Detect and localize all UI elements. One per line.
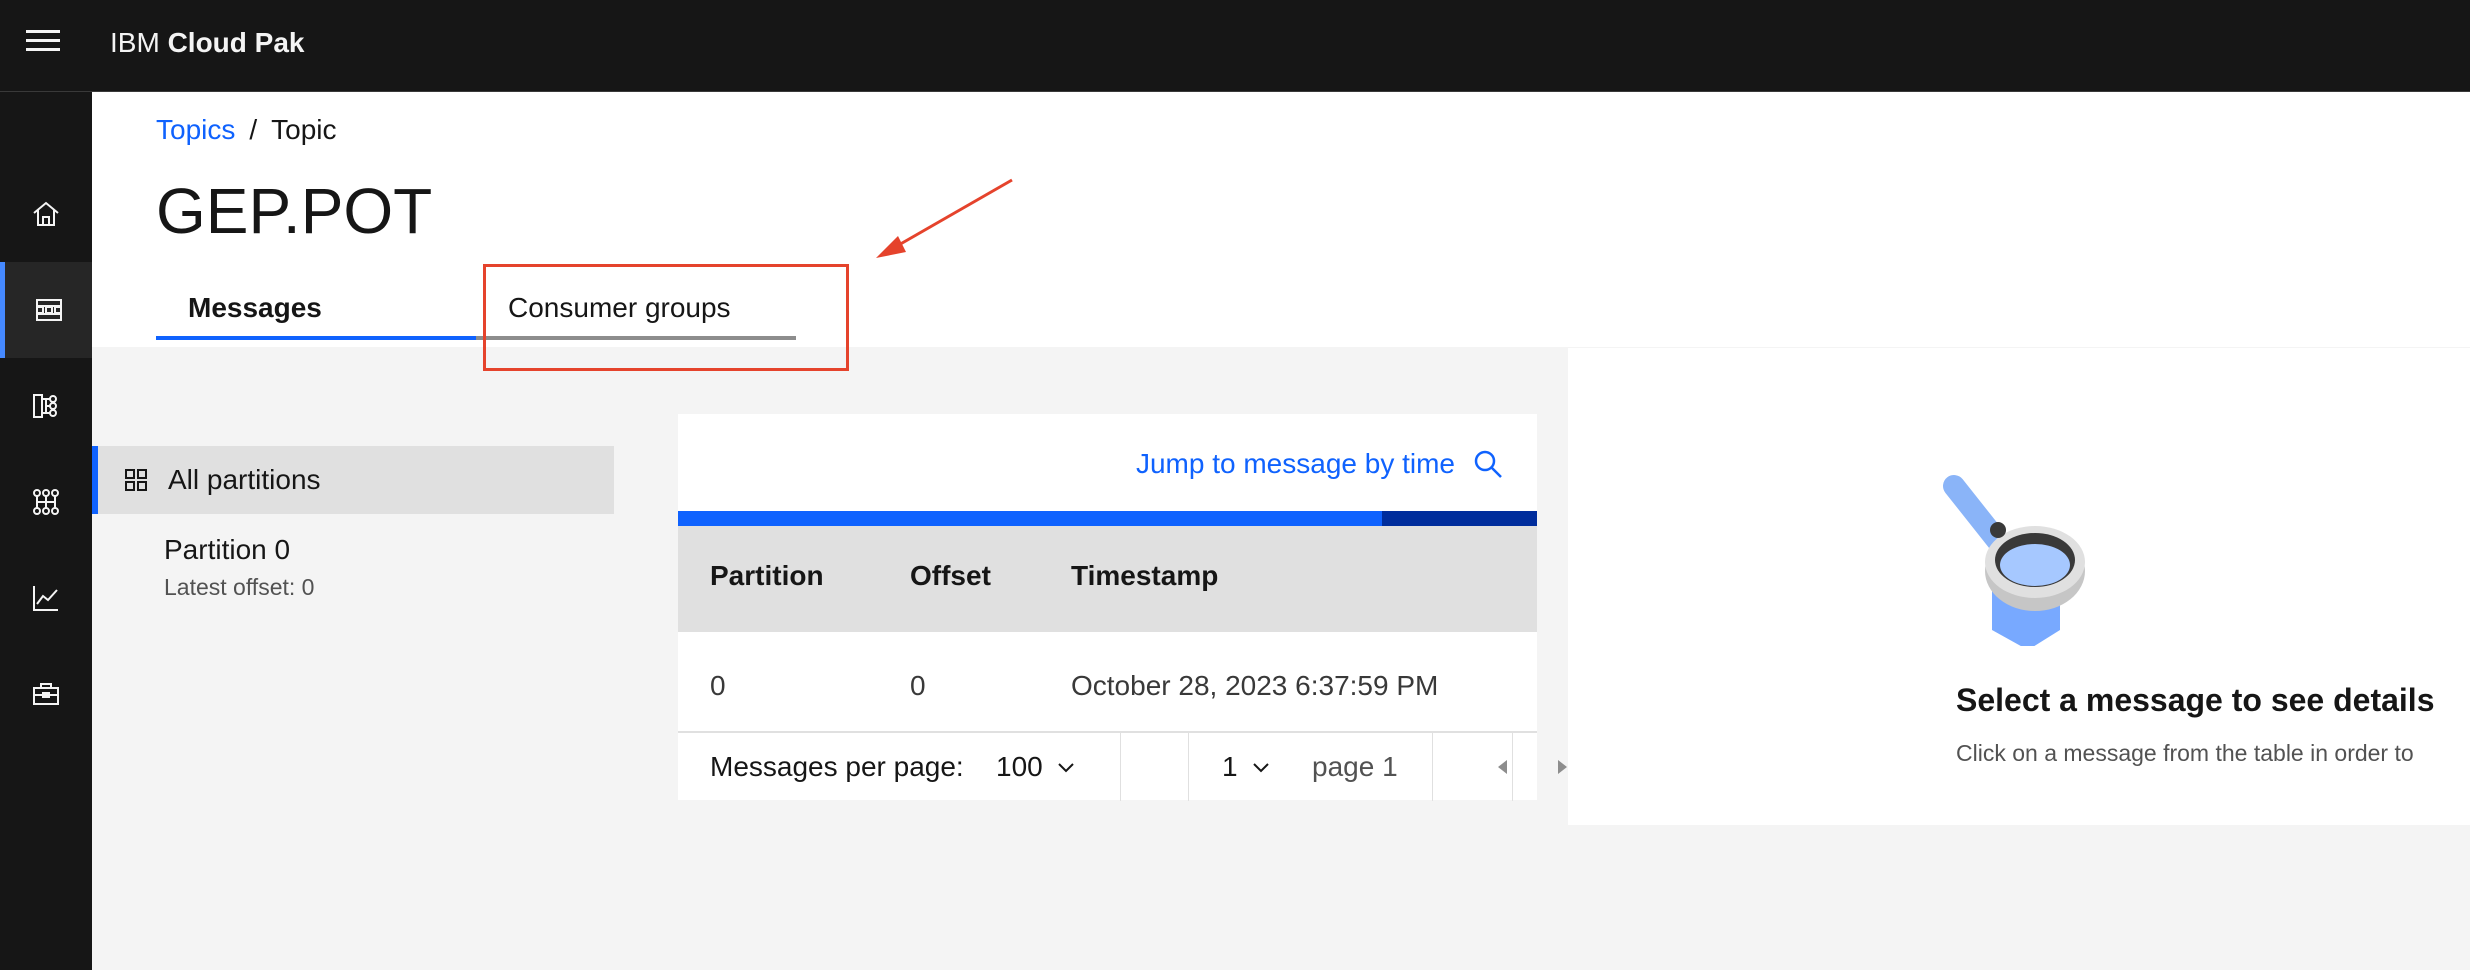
previous-page-button[interactable] <box>1472 733 1532 801</box>
search-icon <box>1474 450 1502 478</box>
partition-all-item[interactable]: All partitions <box>92 446 614 514</box>
column-header-partition[interactable]: Partition <box>710 560 824 592</box>
detail-empty-title: Select a message to see details <box>1956 682 2435 718</box>
cell-offset: 0 <box>910 670 926 701</box>
home-icon <box>33 201 59 226</box>
breadcrumb: Topics / Topic <box>156 114 337 146</box>
table-header: Partition Offset Timestamp <box>678 526 1537 632</box>
partition-name: Partition 0 <box>164 534 291 565</box>
page-title: GEP.POT <box>156 175 433 247</box>
tab-consumer-groups[interactable]: Consumer groups <box>476 280 796 340</box>
table-row[interactable]: 0 0 October 28, 2023 6:37:59 PM <box>678 632 1537 732</box>
monitoring-icon <box>33 586 58 611</box>
pager-divider <box>1120 733 1121 801</box>
caret-left-icon <box>1497 760 1507 774</box>
partition-all-label: All partitions <box>168 464 321 495</box>
page-header: Topics / Topic GEP.POT Messages Consumer g… <box>92 92 2470 347</box>
tab-messages[interactable]: Messages <box>156 280 476 340</box>
detail-empty-description: Click on a message from the table in ord… <box>1956 740 2414 766</box>
page-label: page 1 <box>1312 751 1398 782</box>
breadcrumb-current: Topic <box>271 114 337 145</box>
pager-divider <box>1432 733 1433 801</box>
per-page-select[interactable]: 100 <box>996 751 1075 783</box>
nav-home[interactable] <box>0 166 92 262</box>
brand-name: Cloud Pak <box>167 27 305 58</box>
consumer-groups-icon <box>33 489 59 515</box>
jump-to-message-label: Jump to message by time <box>1135 448 1455 479</box>
product-brand[interactable]: IBM Cloud Pak <box>110 27 304 59</box>
partition-item[interactable]: Partition 0 Latest offset: 0 <box>92 526 614 606</box>
magnifier-illustration-icon <box>1943 475 2085 646</box>
page-number-select[interactable]: 1 <box>1222 751 1270 783</box>
grid-icon <box>125 469 147 491</box>
cell-timestamp: October 28, 2023 6:37:59 PM <box>1071 670 1439 701</box>
nav-toolbox[interactable] <box>0 646 92 742</box>
side-navigation <box>0 92 92 970</box>
column-header-timestamp[interactable]: Timestamp <box>1071 560 1218 592</box>
chevron-down-icon <box>1252 763 1269 773</box>
nav-schemas[interactable] <box>0 358 92 454</box>
top-header: IBM Cloud Pak <box>0 0 2470 92</box>
nav-monitoring[interactable] <box>0 550 92 646</box>
column-header-offset[interactable]: Offset <box>910 560 991 592</box>
pager-divider <box>1188 733 1189 801</box>
topics-icon <box>35 299 62 321</box>
breadcrumb-topics-link[interactable]: Topics <box>156 114 235 145</box>
messages-table-panel: Jump to message by time Partition Offset… <box>678 414 1567 801</box>
message-detail-panel: Select a message to see details Click on… <box>1568 348 2470 825</box>
loading-progress-bar <box>678 511 1537 526</box>
per-page-label: Messages per page: <box>710 751 964 782</box>
toolbox-icon <box>33 683 59 705</box>
pager-divider <box>1512 733 1513 801</box>
pagination-bar: Messages per page: 100 1 page 1 <box>678 732 1567 801</box>
jump-to-message-link[interactable]: Jump to message by time <box>1136 448 1503 480</box>
caret-right-icon <box>1557 760 1567 774</box>
breadcrumb-separator: / <box>249 114 258 145</box>
hamburger-menu-icon[interactable] <box>26 30 60 58</box>
schemas-icon <box>33 394 57 418</box>
nav-topics[interactable] <box>0 262 92 358</box>
cell-partition: 0 <box>710 670 726 701</box>
page-number-value: 1 <box>1222 751 1238 782</box>
partition-latest-offset: Latest offset: 0 <box>164 574 315 600</box>
chevron-down-icon <box>1058 763 1074 773</box>
nav-consumer-groups[interactable] <box>0 454 92 550</box>
brand-prefix: IBM <box>110 27 160 58</box>
progress-remaining <box>1382 511 1537 526</box>
per-page-value: 100 <box>996 751 1043 782</box>
